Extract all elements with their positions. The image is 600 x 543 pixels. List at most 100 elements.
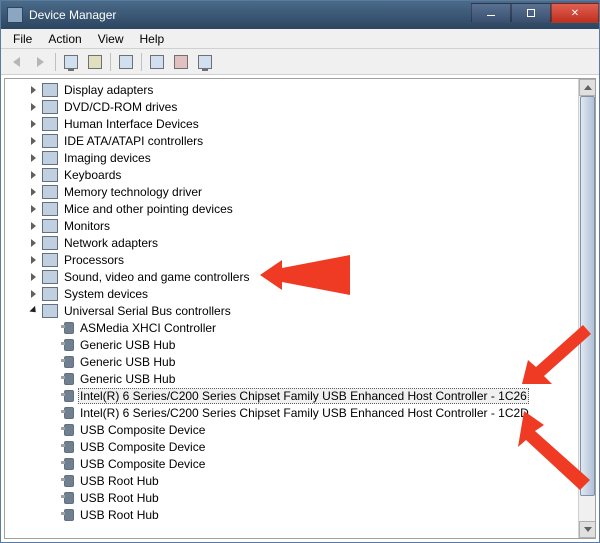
tree-spacer xyxy=(49,491,62,504)
tree-category[interactable]: Memory technology driver xyxy=(9,183,578,200)
minimize-button[interactable] xyxy=(471,3,511,23)
tree-item[interactable]: USB Root Hub xyxy=(9,506,578,523)
tree-spacer xyxy=(49,338,62,351)
menu-action[interactable]: Action xyxy=(40,30,89,48)
tree-category[interactable]: Universal Serial Bus controllers xyxy=(9,302,578,319)
tree-item-label: USB Composite Device xyxy=(78,422,207,438)
expand-icon[interactable] xyxy=(27,236,40,249)
expand-icon[interactable] xyxy=(27,253,40,266)
collapse-icon[interactable] xyxy=(27,304,40,317)
tree-item-label: Universal Serial Bus controllers xyxy=(62,303,233,319)
show-hidden-button[interactable] xyxy=(60,51,82,73)
tree-item[interactable]: ASMedia XHCI Controller xyxy=(9,319,578,336)
maximize-button[interactable] xyxy=(511,3,551,23)
help-button[interactable] xyxy=(115,51,137,73)
usb-device-icon xyxy=(64,458,74,470)
tree-spacer xyxy=(49,406,62,419)
menu-view[interactable]: View xyxy=(90,30,132,48)
tree-category[interactable]: Monitors xyxy=(9,217,578,234)
tree-item-label: Processors xyxy=(62,252,126,268)
scroll-up-button[interactable] xyxy=(579,79,596,96)
device-category-icon xyxy=(42,304,58,318)
tree-spacer xyxy=(49,389,62,402)
tree-item[interactable]: USB Composite Device xyxy=(9,438,578,455)
menu-file[interactable]: File xyxy=(5,30,40,48)
update-driver-button[interactable] xyxy=(146,51,168,73)
tree-item-label: Intel(R) 6 Series/C200 Series Chipset Fa… xyxy=(78,388,529,404)
tree-item-label: USB Root Hub xyxy=(78,507,161,523)
tree-category[interactable]: IDE ATA/ATAPI controllers xyxy=(9,132,578,149)
tree-category[interactable]: Imaging devices xyxy=(9,149,578,166)
tree-item-label: Imaging devices xyxy=(62,150,153,166)
expand-icon[interactable] xyxy=(27,270,40,283)
tree-category[interactable]: Network adapters xyxy=(9,234,578,251)
device-category-icon xyxy=(42,219,58,233)
device-category-icon xyxy=(42,83,58,97)
scroll-thumb[interactable] xyxy=(580,96,595,496)
expand-icon[interactable] xyxy=(27,202,40,215)
vertical-scrollbar[interactable] xyxy=(578,79,595,538)
tree-item[interactable]: Generic USB Hub xyxy=(9,353,578,370)
tree-item[interactable]: USB Root Hub xyxy=(9,472,578,489)
tree-item[interactable]: USB Composite Device xyxy=(9,421,578,438)
expand-icon[interactable] xyxy=(27,83,40,96)
tree-item-label: Human Interface Devices xyxy=(62,116,201,132)
tree-item-label: Intel(R) 6 Series/C200 Series Chipset Fa… xyxy=(78,405,531,421)
toolbar-separator xyxy=(110,53,111,71)
tree-item-label: ASMedia XHCI Controller xyxy=(78,320,218,336)
tree-item-label: Generic USB Hub xyxy=(78,354,177,370)
expand-icon[interactable] xyxy=(27,100,40,113)
tree-item-label: Display adapters xyxy=(62,82,155,98)
tree-category[interactable]: Mice and other pointing devices xyxy=(9,200,578,217)
tree-item[interactable]: Generic USB Hub xyxy=(9,370,578,387)
expand-icon[interactable] xyxy=(27,134,40,147)
expand-icon[interactable] xyxy=(27,185,40,198)
expand-icon[interactable] xyxy=(27,151,40,164)
usb-device-icon xyxy=(64,492,74,504)
titlebar[interactable]: Device Manager ✕ xyxy=(1,1,599,29)
scan-hardware-button[interactable] xyxy=(194,51,216,73)
tree-category[interactable]: DVD/CD-ROM drives xyxy=(9,98,578,115)
tree-category[interactable]: System devices xyxy=(9,285,578,302)
expand-icon[interactable] xyxy=(27,219,40,232)
tree-spacer xyxy=(49,321,62,334)
tree-item[interactable]: Generic USB Hub xyxy=(9,336,578,353)
expand-icon[interactable] xyxy=(27,117,40,130)
expand-icon[interactable] xyxy=(27,168,40,181)
tree-item[interactable]: Intel(R) 6 Series/C200 Series Chipset Fa… xyxy=(9,404,578,421)
usb-device-icon xyxy=(64,475,74,487)
usb-device-icon xyxy=(64,424,74,436)
tree-category[interactable]: Processors xyxy=(9,251,578,268)
properties-button[interactable] xyxy=(84,51,106,73)
device-tree[interactable]: Display adaptersDVD/CD-ROM drivesHuman I… xyxy=(5,79,578,538)
tree-category[interactable]: Human Interface Devices xyxy=(9,115,578,132)
usb-device-icon xyxy=(64,356,74,368)
close-button[interactable]: ✕ xyxy=(551,3,599,23)
back-button[interactable] xyxy=(5,51,27,73)
device-category-icon xyxy=(42,253,58,267)
tree-item-label: Keyboards xyxy=(62,167,123,183)
tree-item[interactable]: USB Composite Device xyxy=(9,455,578,472)
device-category-icon xyxy=(42,151,58,165)
tree-item-label: Mice and other pointing devices xyxy=(62,201,235,217)
expand-icon[interactable] xyxy=(27,287,40,300)
device-category-icon xyxy=(42,134,58,148)
menubar: File Action View Help xyxy=(1,29,599,49)
usb-device-icon xyxy=(64,509,74,521)
toolbar-separator xyxy=(55,53,56,71)
tree-item-label: DVD/CD-ROM drives xyxy=(62,99,179,115)
tree-item[interactable]: USB Root Hub xyxy=(9,489,578,506)
tree-category[interactable]: Sound, video and game controllers xyxy=(9,268,578,285)
tree-spacer xyxy=(49,508,62,521)
scroll-down-button[interactable] xyxy=(579,521,596,538)
uninstall-button[interactable] xyxy=(170,51,192,73)
menu-help[interactable]: Help xyxy=(132,30,173,48)
tree-category[interactable]: Display adapters xyxy=(9,81,578,98)
tree-item[interactable]: Intel(R) 6 Series/C200 Series Chipset Fa… xyxy=(9,387,578,404)
forward-button[interactable] xyxy=(29,51,51,73)
tree-spacer xyxy=(49,457,62,470)
device-category-icon xyxy=(42,117,58,131)
device-manager-window: Device Manager ✕ File Action View Help D… xyxy=(0,0,600,543)
tree-item-label: IDE ATA/ATAPI controllers xyxy=(62,133,205,149)
tree-category[interactable]: Keyboards xyxy=(9,166,578,183)
